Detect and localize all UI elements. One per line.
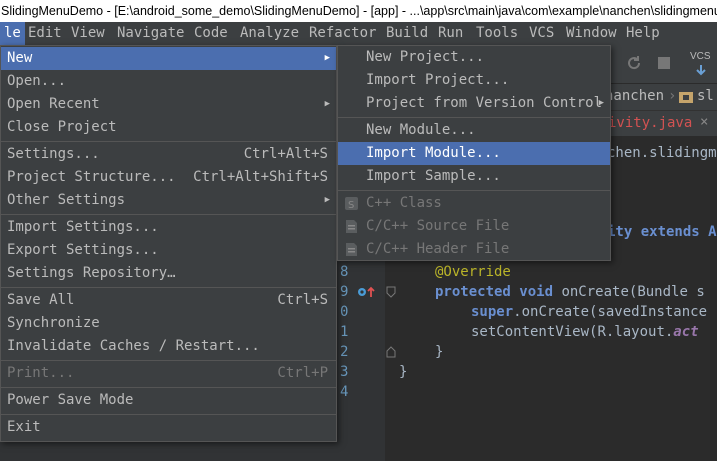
menu-item-cpp-class: S C++ Class <box>338 192 610 215</box>
menu-item-project-from-vcs[interactable]: Project from Version Control ▶ <box>338 92 610 115</box>
menu-item-import-sample[interactable]: Import Sample... <box>338 165 610 188</box>
line-number: 3 <box>340 364 349 380</box>
menu-separator <box>1 141 336 142</box>
menu-build[interactable]: Build <box>382 22 432 45</box>
menu-separator <box>1 360 336 361</box>
download-arrow-icon <box>696 65 706 76</box>
override-method-icon[interactable] <box>357 285 377 299</box>
menu-item-settings[interactable]: Settings... Ctrl+Alt+S <box>1 143 336 166</box>
window-title: SlidingMenuDemo - [E:\android_some_demo\… <box>0 0 717 22</box>
menu-item-open[interactable]: Open... <box>1 70 336 93</box>
menu-item-settings-repository[interactable]: Settings Repository… <box>1 262 336 285</box>
code-annotation: @Override <box>435 264 511 280</box>
menu-item-close-project[interactable]: Close Project <box>1 116 336 139</box>
svg-text:S: S <box>348 200 354 211</box>
menu-code[interactable]: Code <box>190 22 232 45</box>
line-number: 2 <box>340 344 349 360</box>
menu-run[interactable]: Run <box>434 22 467 45</box>
menu-separator <box>1 214 336 215</box>
c-source-file-icon <box>346 220 357 233</box>
menu-analyze[interactable]: Analyze <box>236 22 303 45</box>
menu-item-exit[interactable]: Exit <box>1 416 336 439</box>
line-number: 0 <box>340 304 349 320</box>
fold-icon[interactable] <box>386 346 396 358</box>
menu-edit[interactable]: Edit <box>24 22 66 45</box>
menu-item-power-save-mode[interactable]: Power Save Mode <box>1 389 336 412</box>
menu-window[interactable]: Window <box>562 22 621 45</box>
menu-view[interactable]: View <box>67 22 109 45</box>
file-menu: New ▶ Open... Open Recent ▶ Close Project … <box>0 45 337 442</box>
vcs-update-button[interactable]: VCS <box>690 51 711 76</box>
cpp-class-icon: S <box>345 197 358 211</box>
menu-item-import-project[interactable]: Import Project... <box>338 69 610 92</box>
menu-item-open-recent[interactable]: Open Recent ▶ <box>1 93 336 116</box>
menu-file[interactable]: le <box>0 22 25 45</box>
line-number: 1 <box>340 324 349 340</box>
editor-tab-mainactivity[interactable]: ivity.java <box>608 115 692 131</box>
menu-item-new-project[interactable]: New Project... <box>338 46 610 69</box>
code-method-declaration: protected void onCreate(Bundle s <box>435 284 705 300</box>
menu-tools[interactable]: Tools <box>472 22 522 45</box>
breadcrumb-item-nanchen[interactable]: nanchen <box>605 88 664 104</box>
menu-separator <box>338 190 610 191</box>
menu-item-import-module[interactable]: Import Module... <box>338 142 610 165</box>
menu-item-new[interactable]: New ▶ <box>1 47 336 70</box>
menubar: le Edit View Navigate Code Analyze Refac… <box>0 22 717 45</box>
menu-navigate[interactable]: Navigate <box>113 22 188 45</box>
menu-vcs[interactable]: VCS <box>525 22 558 45</box>
menu-item-c-source-file: C/C++ Source File <box>338 215 610 238</box>
menu-item-c-header-file: C/C++ Header File <box>338 238 610 261</box>
line-number: 4 <box>340 384 349 400</box>
code-setcontentview: setContentView(R.layout.act <box>471 324 699 340</box>
fold-icon[interactable] <box>386 286 396 298</box>
menu-item-export-settings[interactable]: Export Settings... <box>1 239 336 262</box>
menu-item-new-module[interactable]: New Module... <box>338 119 610 142</box>
stop-icon[interactable] <box>656 55 672 71</box>
new-submenu: New Project... Import Project... Project… <box>337 45 611 261</box>
refresh-icon[interactable] <box>626 55 642 71</box>
code-brace: } <box>399 364 408 380</box>
menu-item-import-settings[interactable]: Import Settings... <box>1 216 336 239</box>
menu-item-synchronize[interactable]: Synchronize <box>1 312 336 335</box>
code-brace: } <box>435 344 444 360</box>
menu-separator <box>1 287 336 288</box>
breadcrumb-item-package[interactable]: sl <box>697 88 714 104</box>
vcs-label: VCS <box>690 51 711 62</box>
menu-refactor[interactable]: Refactor <box>305 22 380 45</box>
menu-item-print: Print... Ctrl+P <box>7 365 328 381</box>
menu-help[interactable]: Help <box>622 22 664 45</box>
menu-item-save-all[interactable]: Save All Ctrl+S <box>1 289 336 312</box>
menu-item-project-structure[interactable]: Project Structure... Ctrl+Alt+Shift+S <box>1 166 336 189</box>
menu-item-invalidate-caches[interactable]: Invalidate Caches / Restart... <box>1 335 336 358</box>
breadcrumb-separator-icon: › <box>668 88 677 104</box>
package-folder-icon <box>679 92 693 103</box>
line-number: 9 <box>340 284 349 300</box>
code-class-declaration: ity extends Ap <box>607 224 717 240</box>
code-super-call: super.onCreate(savedInstance <box>471 304 708 320</box>
menu-separator <box>1 387 336 388</box>
line-number: 8 <box>340 264 349 280</box>
code-package-line: chen.slidingm <box>607 145 717 161</box>
menu-separator <box>338 117 610 118</box>
menu-separator <box>1 414 336 415</box>
menu-item-other-settings[interactable]: Other Settings ▶ <box>1 189 336 212</box>
close-icon[interactable]: × <box>700 114 708 130</box>
c-header-file-icon <box>346 243 357 256</box>
